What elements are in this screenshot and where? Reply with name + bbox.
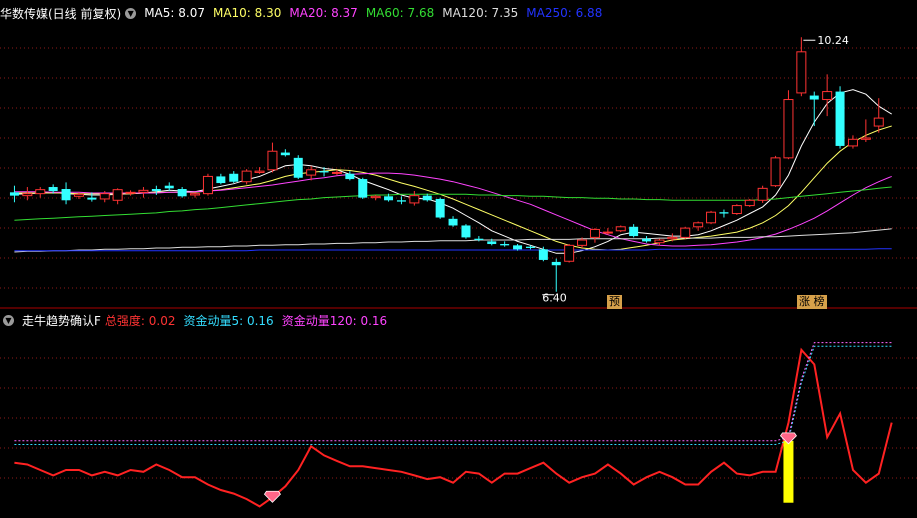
- candle-body: [358, 179, 368, 198]
- candle-body: [602, 231, 613, 234]
- kline-chart: 10.24 6.40: [0, 34, 917, 508]
- candle-body: [73, 193, 84, 197]
- candle-body: [500, 244, 510, 246]
- chart-title: 华数传媒(日线 前复权): [0, 6, 122, 21]
- pre-tag: 预: [607, 295, 622, 309]
- candle-body: [796, 51, 807, 94]
- candle-body: [99, 193, 110, 200]
- candle-body: [370, 195, 381, 199]
- candle-body: [513, 245, 523, 250]
- candle-body: [860, 137, 871, 140]
- ma10-label: MA10: 8.30: [212, 6, 282, 20]
- candle-body: [87, 197, 97, 200]
- ma250-label: MA250: 6.88: [526, 6, 603, 20]
- candle-body: [151, 189, 161, 191]
- signal-bar: [783, 440, 794, 503]
- candle-body: [577, 239, 588, 246]
- indicator-title: 走牛趋势确认F: [22, 313, 101, 328]
- candle-body: [216, 176, 226, 184]
- candle-body: [306, 169, 317, 176]
- candle-body: [409, 195, 420, 204]
- main-header: 华数传媒(日线 前复权) ▼ MA5: 8.07 MA10: 8.30 MA20…: [0, 4, 610, 22]
- candle-body: [48, 187, 58, 191]
- candle-body: [164, 185, 174, 189]
- candle-body: [448, 218, 458, 226]
- candle-body: [177, 189, 187, 197]
- candle-body: [125, 191, 136, 194]
- ma5-label: MA5: 8.07: [144, 6, 205, 20]
- candle-body: [693, 222, 704, 228]
- candle-body: [254, 170, 265, 173]
- candle-body: [61, 189, 71, 201]
- candle-body: [667, 236, 678, 240]
- candle-body: [293, 157, 303, 178]
- strength-label: 总强度: 0.02: [104, 313, 176, 328]
- candle-body: [112, 189, 123, 201]
- candle-body: [241, 170, 252, 183]
- candle-body: [229, 173, 239, 182]
- candle-body: [35, 189, 46, 195]
- candle-body: [422, 195, 432, 201]
- candle-body: [435, 198, 445, 218]
- candle-body: [190, 193, 201, 196]
- candle-body: [551, 261, 561, 266]
- candle-body: [615, 226, 626, 232]
- candle-body: [461, 225, 471, 238]
- candle-body: [847, 138, 858, 147]
- candle-body: [757, 187, 768, 201]
- candle-body: [873, 117, 884, 127]
- candle-body: [202, 175, 213, 195]
- candle-body: [770, 157, 781, 187]
- low-price-label: 6.40: [542, 292, 567, 305]
- candle-body: [629, 226, 639, 237]
- chevron-down-icon[interactable]: ▼: [125, 7, 137, 19]
- limit-up-tag: 涨 榜: [797, 295, 827, 309]
- momentum120-label: 资金动量120: 0.16: [281, 313, 388, 328]
- ma120-label: MA120: 7.35: [442, 6, 519, 20]
- momentum5-label: 资金动量5: 0.16: [183, 313, 274, 328]
- candle-body: [525, 246, 535, 248]
- ma60-label: MA60: 7.68: [365, 6, 435, 20]
- sub-header: ▼ 走牛趋势确认F 总强度: 0.02 资金动量5: 0.16 资金动量120:…: [0, 311, 395, 329]
- candle-body: [22, 193, 33, 197]
- ma20-label: MA20: 8.37: [289, 6, 358, 20]
- candle-body: [809, 95, 819, 100]
- candle-body: [642, 238, 652, 242]
- candle-body: [589, 228, 600, 238]
- strength-line: [14, 347, 893, 508]
- candle-body: [538, 249, 548, 260]
- candle-body: [474, 238, 484, 241]
- candle-body: [384, 196, 394, 201]
- candle-body: [731, 205, 742, 215]
- momentum120-line: [14, 342, 892, 442]
- candle-body: [835, 91, 845, 146]
- candle-body: [280, 152, 290, 156]
- candle-body: [564, 244, 575, 262]
- candle-body: [783, 99, 794, 159]
- candle-body: [319, 171, 329, 173]
- candle-body: [706, 211, 717, 224]
- candle-body: [331, 171, 342, 174]
- candle-body: [345, 173, 355, 180]
- candle-body: [719, 212, 729, 214]
- candle-body: [680, 227, 691, 238]
- candle-body: [822, 91, 833, 101]
- candle-body: [744, 199, 755, 207]
- ma-line-ma120: [14, 228, 892, 253]
- candle-body: [396, 200, 406, 202]
- candle-body: [138, 189, 149, 193]
- candle-body: [9, 192, 19, 196]
- ma-line-ma20: [14, 172, 892, 247]
- chevron-down-icon[interactable]: ▼: [3, 314, 14, 326]
- candle-body: [487, 241, 497, 245]
- ma-line-ma5: [14, 89, 892, 254]
- momentum5-line: [14, 345, 892, 445]
- candle-body: [267, 150, 278, 171]
- candle-body: [654, 239, 665, 244]
- high-price-label: 10.24: [817, 34, 849, 47]
- chart-stage: 10.24 6.40 华数传媒(日线 前复权) ▼ MA5: 8.07 MA10:…: [0, 0, 917, 514]
